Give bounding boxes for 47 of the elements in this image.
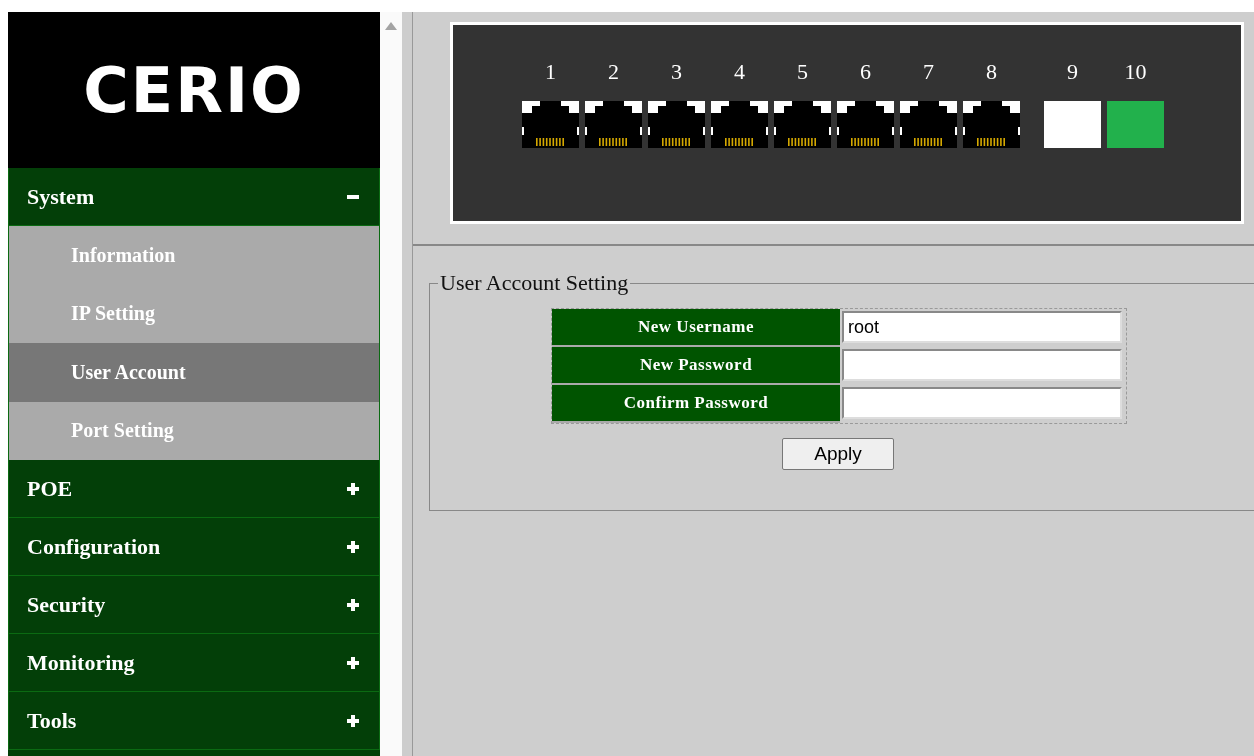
menu-header-label: Tools xyxy=(27,707,77,734)
menu-header-label: Security xyxy=(27,591,106,618)
menu-header-label: Monitoring xyxy=(27,649,135,676)
menu-header-label: Configuration xyxy=(27,533,161,560)
plus-icon xyxy=(347,598,359,611)
menu-header[interactable]: Tools xyxy=(8,692,380,750)
plus-icon xyxy=(347,656,359,669)
field-label: New Username xyxy=(552,309,840,347)
port-number: 4 xyxy=(734,59,745,86)
port-number: 6 xyxy=(860,59,871,86)
port-number: 3 xyxy=(671,59,682,86)
ethernet-port-icon xyxy=(774,101,831,148)
port-number: 5 xyxy=(797,59,808,86)
plus-icon xyxy=(347,540,359,553)
menu-header[interactable]: Security xyxy=(8,576,380,634)
ethernet-port-icon xyxy=(585,101,642,148)
input-field[interactable]: root xyxy=(842,311,1122,343)
port-number: 1 xyxy=(545,59,556,86)
field-label: New Password xyxy=(552,347,840,385)
port-number: 9 xyxy=(1067,59,1078,86)
port-number: 7 xyxy=(923,59,934,86)
input-field[interactable] xyxy=(842,349,1122,381)
apply-button[interactable]: Apply xyxy=(782,438,894,470)
group-title: User Account Setting xyxy=(439,270,630,296)
ethernet-port-icon xyxy=(648,101,705,148)
ethernet-port-icon xyxy=(963,101,1020,148)
ethernet-port-icon xyxy=(837,101,894,148)
field-label: Confirm Password xyxy=(552,385,840,423)
menu-header[interactable]: System xyxy=(8,168,380,226)
ethernet-port-icon xyxy=(522,101,579,148)
plus-icon xyxy=(347,482,359,495)
menu-header[interactable]: Monitoring xyxy=(8,634,380,692)
frame-splitter[interactable] xyxy=(402,12,413,756)
menu-header-label: POE xyxy=(27,475,73,502)
port-number: 10 xyxy=(1124,59,1147,86)
port-number: 8 xyxy=(986,59,997,86)
menu-header[interactable]: Configuration xyxy=(8,518,380,576)
menu-item[interactable]: User Account xyxy=(8,343,380,402)
logo: CERIO xyxy=(83,53,305,127)
menu-header[interactable]: POE xyxy=(8,460,380,518)
plus-icon xyxy=(347,714,359,727)
ethernet-port-icon xyxy=(711,101,768,148)
menu-header-label: System xyxy=(27,183,95,210)
ethernet-port-icon xyxy=(900,101,957,148)
scroll-up-icon[interactable] xyxy=(385,22,397,30)
port-number: 2 xyxy=(608,59,619,86)
input-field[interactable] xyxy=(842,387,1122,419)
